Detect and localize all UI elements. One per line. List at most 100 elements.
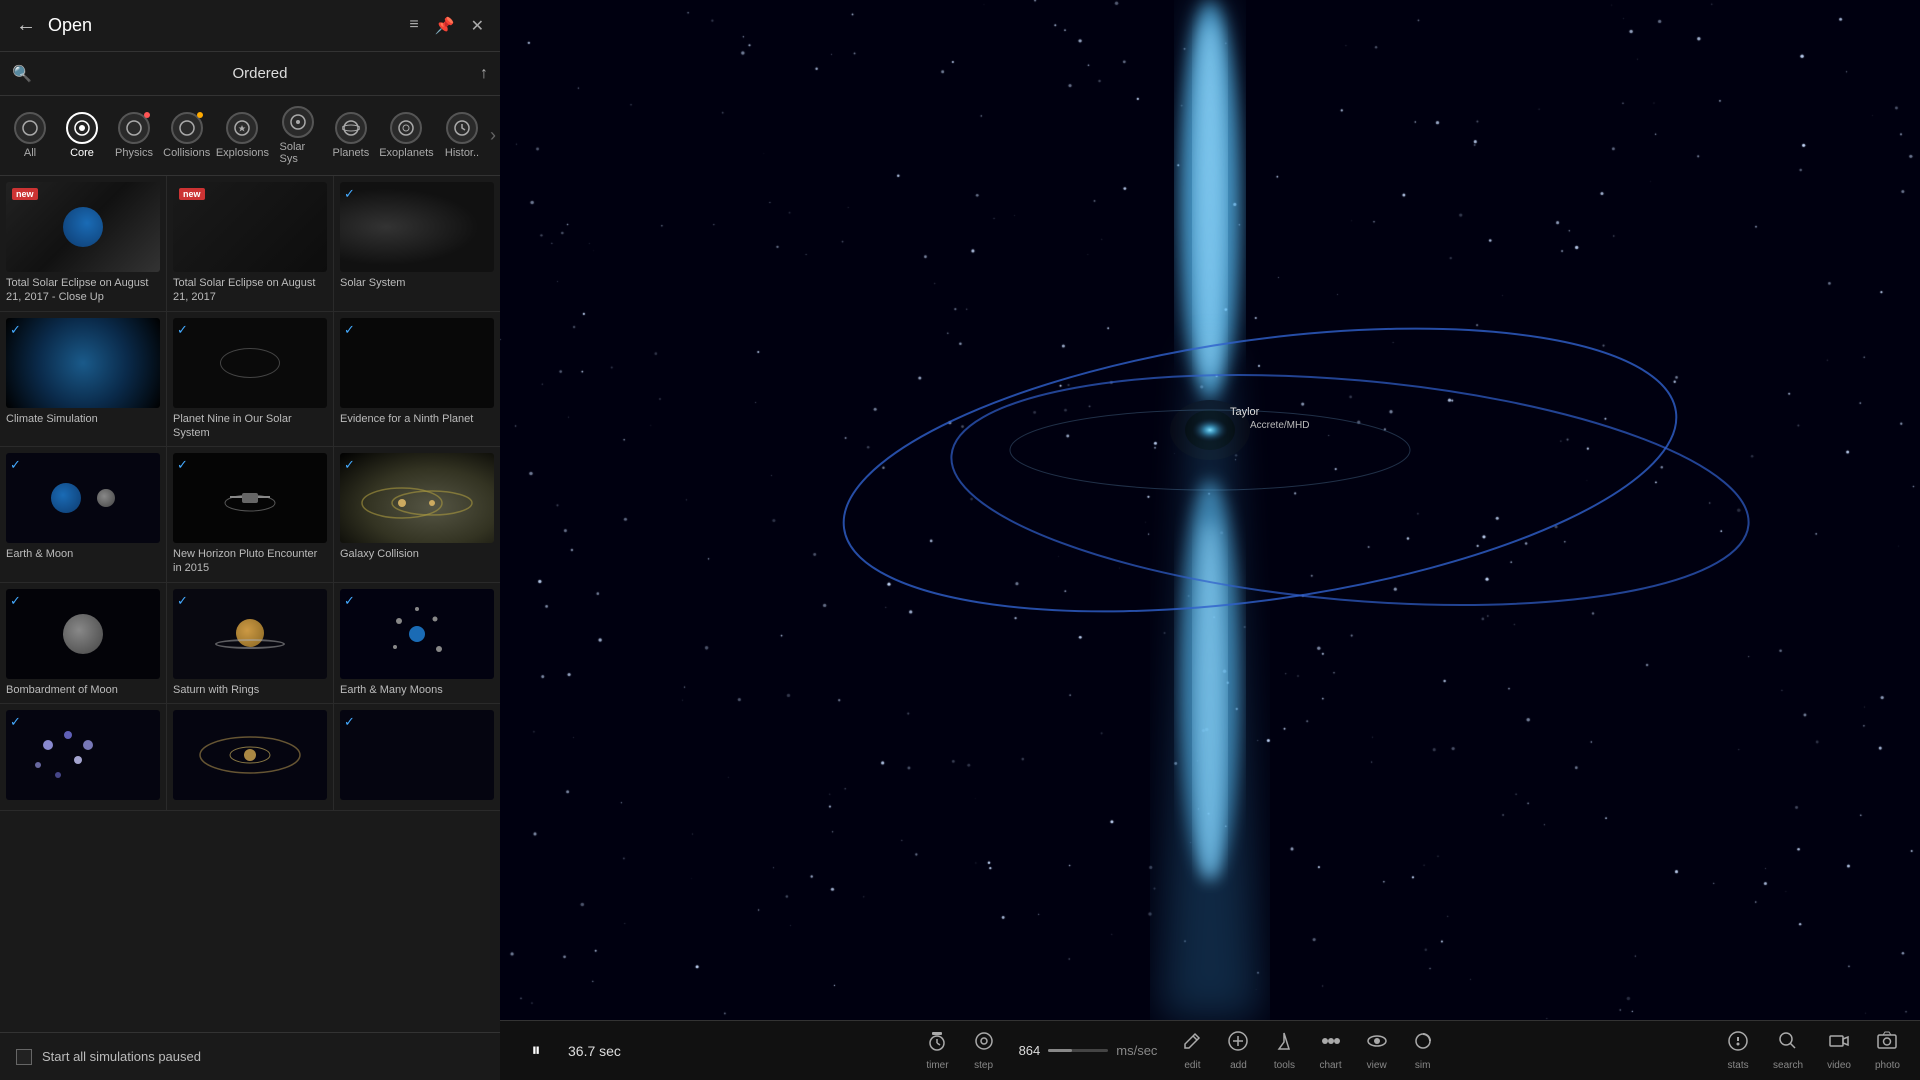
card-thumb-row4-2 xyxy=(173,710,327,800)
bottom-bar: Start all simulations paused xyxy=(0,1032,500,1080)
sim-card-row4-2[interactable] xyxy=(167,704,334,810)
new-badge: new xyxy=(12,188,38,200)
tab-history[interactable]: Histor.. xyxy=(436,108,488,163)
checkmark-solar-sys: ✓ xyxy=(344,186,355,202)
toolbar-sim[interactable]: sim xyxy=(1412,1030,1434,1071)
thumb-dark-1 xyxy=(6,710,160,800)
stats-icon xyxy=(1727,1030,1749,1058)
step-icon xyxy=(973,1030,995,1058)
sim-card-climate[interactable]: ✓ Climate Simulation xyxy=(0,312,167,447)
sort-icon[interactable]: ↑ xyxy=(480,65,488,83)
card-thumb-galaxy-collision: ✓ xyxy=(340,453,494,543)
sim-card-bombardment[interactable]: ✓ Bombardment of Moon xyxy=(0,583,167,703)
card-label-eclipse-close: Total Solar Eclipse on August 21, 2017 -… xyxy=(6,276,160,305)
tab-core[interactable]: Core xyxy=(56,108,108,163)
speed-slider[interactable] xyxy=(1048,1049,1108,1052)
history-icon xyxy=(446,112,478,144)
tab-explosions[interactable]: Explosions xyxy=(213,108,271,163)
sim-row-0: new Total Solar Eclipse on August 21, 20… xyxy=(0,176,500,312)
toolbar-video[interactable]: video xyxy=(1827,1030,1851,1071)
thumb-moon-bomb xyxy=(63,614,103,654)
tab-collisions[interactable]: Collisions xyxy=(160,108,213,163)
all-icon xyxy=(14,112,46,144)
saturn-ring xyxy=(215,639,285,649)
search-icon[interactable]: 🔍 xyxy=(12,64,32,84)
sim-card-row4-3[interactable]: ✓ xyxy=(334,704,500,810)
tab-physics[interactable]: Physics xyxy=(108,108,160,163)
sim-card-galaxy-collision[interactable]: ✓ Galaxy Collision xyxy=(334,447,500,582)
timer-icon xyxy=(926,1030,948,1058)
thumb-bombardment-visual xyxy=(6,589,160,679)
sim-card-total-solar-eclipse-close[interactable]: new Total Solar Eclipse on August 21, 20… xyxy=(0,176,167,311)
thumb-saturn-visual xyxy=(173,589,327,679)
edit-label: edit xyxy=(1184,1060,1200,1071)
thumb-climate-visual xyxy=(6,318,160,408)
tab-solar-sys[interactable]: Solar Sys xyxy=(272,102,325,169)
toolbar-search[interactable]: search xyxy=(1773,1030,1803,1071)
start-paused-checkbox[interactable] xyxy=(16,1049,32,1065)
checkmark-row4-3: ✓ xyxy=(344,714,355,730)
tab-planets[interactable]: Planets xyxy=(325,108,377,163)
panel-title: Open xyxy=(48,15,409,36)
card-thumb-earth-moon: ✓ xyxy=(6,453,160,543)
tab-solar-sys-label: Solar Sys xyxy=(280,141,317,165)
tab-exoplanets[interactable]: Exoplanets xyxy=(377,108,436,163)
star-cluster-svg xyxy=(6,710,160,800)
checkmark-earth-moon: ✓ xyxy=(10,457,21,473)
thumb-new-horizon-visual xyxy=(173,453,327,543)
toolbar-tools[interactable]: tools xyxy=(1273,1030,1295,1071)
sim-row-1: ✓ Climate Simulation ✓ Planet Nine in Ou… xyxy=(0,312,500,448)
photo-label: photo xyxy=(1875,1060,1900,1071)
toolbar-center: timer step 864 ms/sec xyxy=(740,1030,1620,1071)
thumb-many-moons-visual xyxy=(340,589,494,679)
thumb-solar-sys-visual xyxy=(340,182,494,272)
card-label-galaxy-collision: Galaxy Collision xyxy=(340,547,494,561)
sim-icon xyxy=(1412,1030,1434,1058)
toolbar-view[interactable]: view xyxy=(1366,1030,1388,1071)
close-icon[interactable]: ✕ xyxy=(471,16,484,36)
card-thumb-row4-3: ✓ xyxy=(340,710,494,800)
sim-card-earth-moon[interactable]: ✓ Earth & Moon xyxy=(0,447,167,582)
exoplanets-icon xyxy=(390,112,422,144)
sim-card-planet9[interactable]: ✓ Planet Nine in Our Solar System xyxy=(167,312,334,447)
play-pause-button[interactable]: ⏸ xyxy=(520,1035,552,1067)
checkmark-new-horizon: ✓ xyxy=(177,457,188,473)
sim-card-total-solar-eclipse[interactable]: new Total Solar Eclipse on August 21, 20… xyxy=(167,176,334,311)
category-tabs: All Core Physics Collisio xyxy=(0,96,500,176)
tab-all-label: All xyxy=(24,147,36,159)
tabs-chevron-right[interactable]: › xyxy=(490,125,496,146)
probe-svg xyxy=(220,473,280,523)
tab-all[interactable]: All xyxy=(4,108,56,163)
sim-row-4: ✓ xyxy=(0,704,500,811)
pin-icon[interactable]: 📌 xyxy=(435,16,455,36)
list-icon[interactable]: ≡ xyxy=(409,16,418,36)
video-icon xyxy=(1828,1030,1850,1058)
sim-row-3: ✓ Bombardment of Moon ✓ xyxy=(0,583,500,704)
toolbar-step[interactable]: step xyxy=(973,1030,995,1071)
search-toolbar-label: search xyxy=(1773,1060,1803,1071)
card-label-ninth: Evidence for a Ninth Planet xyxy=(340,412,494,426)
view-icon xyxy=(1366,1030,1388,1058)
sim-card-solar-system[interactable]: ✓ Solar System xyxy=(334,176,500,311)
toolbar-stats[interactable]: stats xyxy=(1727,1030,1749,1071)
sim-card-new-horizon[interactable]: ✓ New Horizon Pluto Encounter in 2015 xyxy=(167,447,334,582)
card-thumb-many-moons: ✓ xyxy=(340,589,494,679)
toolbar-edit[interactable]: edit xyxy=(1181,1030,1203,1071)
toolbar-chart[interactable]: chart xyxy=(1319,1030,1341,1071)
toolbar-timer[interactable]: timer xyxy=(926,1030,948,1071)
galaxy2-svg xyxy=(173,710,327,800)
card-thumb-bombardment: ✓ xyxy=(6,589,160,679)
search-toolbar-icon xyxy=(1777,1030,1799,1058)
time-display: 36.7 sec xyxy=(568,1043,621,1059)
chart-label: chart xyxy=(1319,1060,1341,1071)
toolbar-photo[interactable]: photo xyxy=(1875,1030,1900,1071)
toolbar-add[interactable]: add xyxy=(1227,1030,1249,1071)
sim-card-saturn[interactable]: ✓ Saturn with Rings xyxy=(167,583,334,703)
back-button[interactable]: ← xyxy=(16,14,36,37)
card-label-planet9: Planet Nine in Our Solar System xyxy=(173,412,327,441)
sim-card-row4-1[interactable]: ✓ xyxy=(0,704,167,810)
sim-card-ninth[interactable]: ✓ Evidence for a Ninth Planet xyxy=(334,312,500,447)
sim-card-many-moons[interactable]: ✓ Ea xyxy=(334,583,500,703)
tab-planets-label: Planets xyxy=(333,147,370,159)
card-label-solar-sys: Solar System xyxy=(340,276,494,290)
